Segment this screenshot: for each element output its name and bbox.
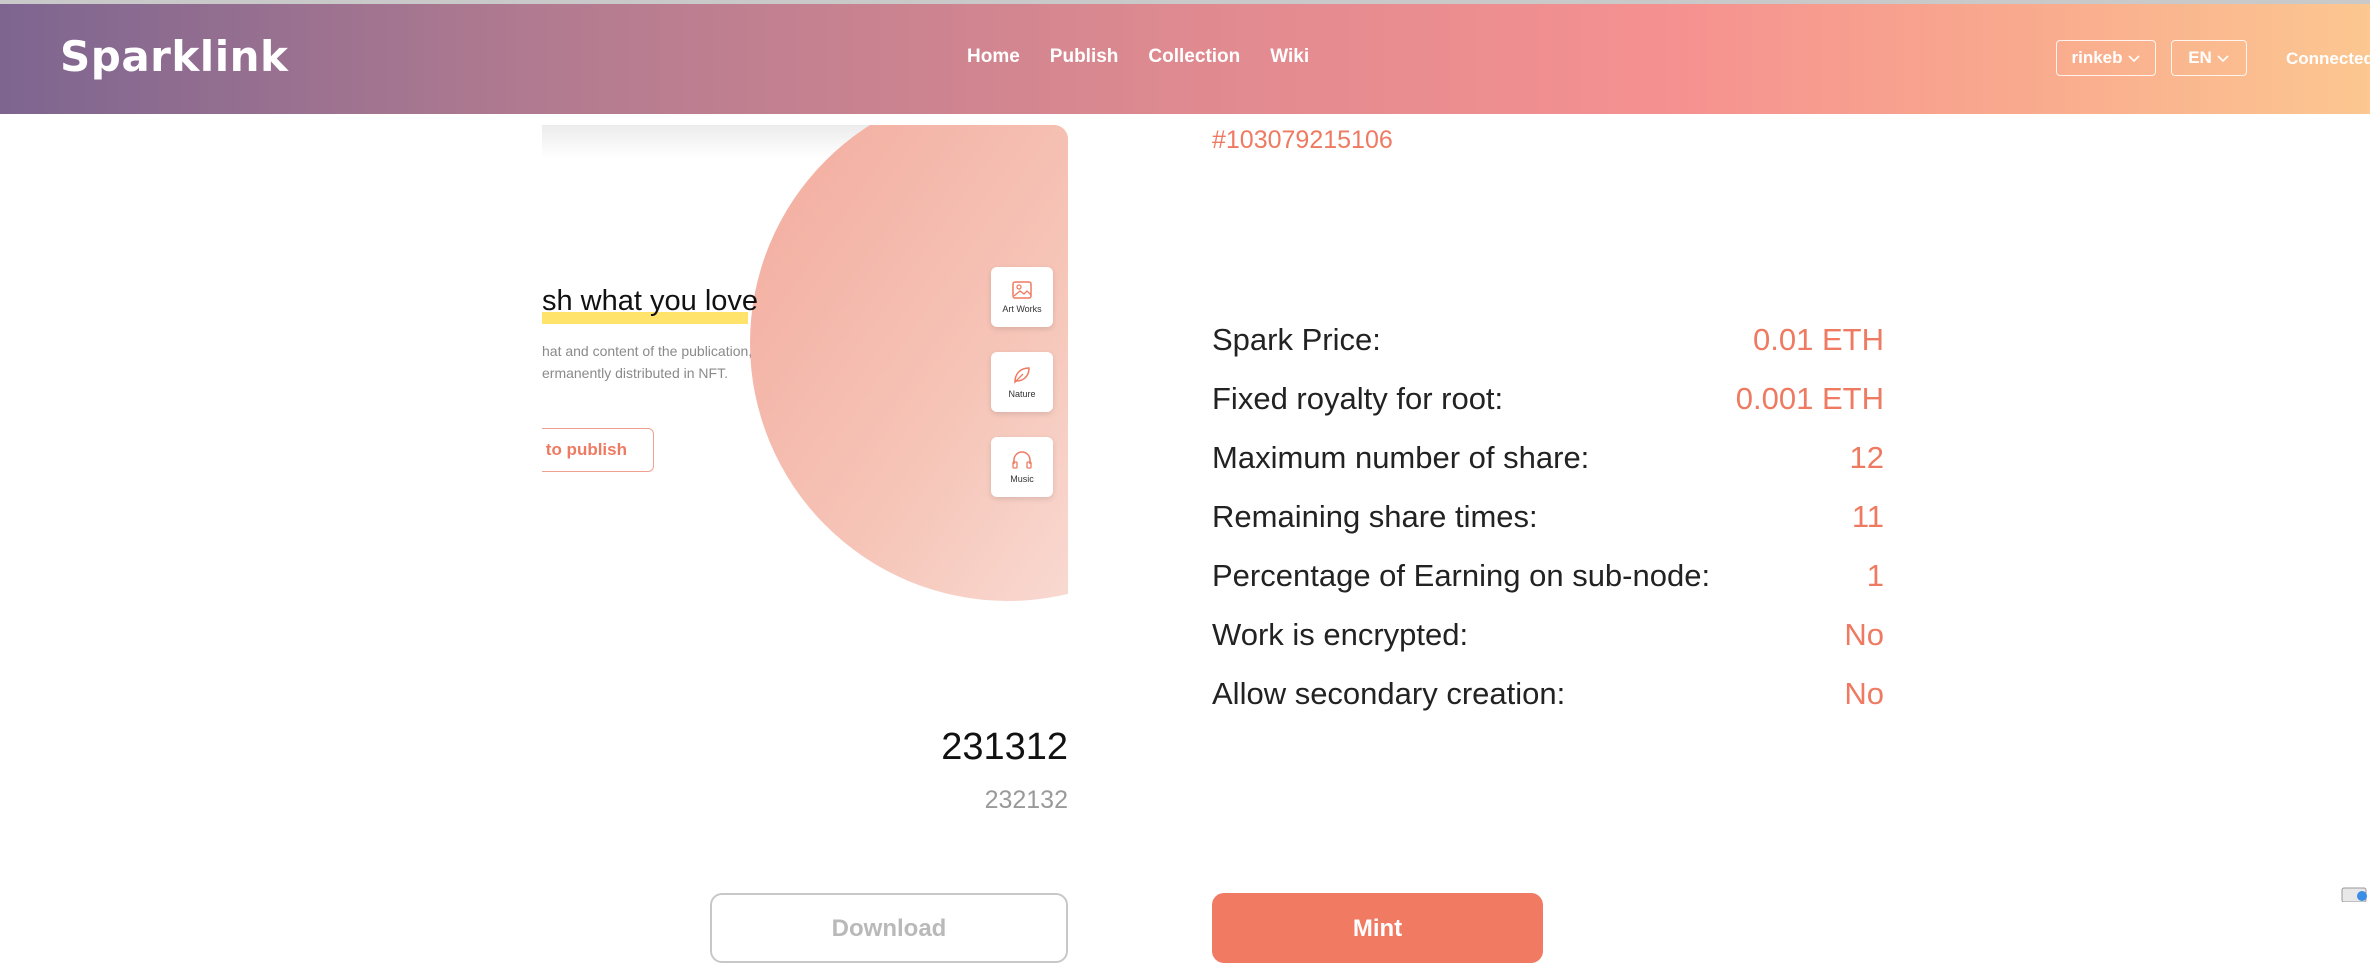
nav-home[interactable]: Home xyxy=(967,46,1020,68)
spark-properties: Spark Price: 0.01 ETH Fixed royalty for … xyxy=(1212,322,1884,735)
nav-wiki[interactable]: Wiki xyxy=(1270,46,1309,68)
language-select[interactable]: EN xyxy=(2171,40,2247,76)
property-row: Maximum number of share: 12 xyxy=(1212,440,1884,499)
wallet-connected-status[interactable]: Connected xyxy=(2286,49,2370,69)
property-value: 11 xyxy=(1851,499,1884,534)
property-value: 0.01 ETH xyxy=(1753,322,1884,357)
property-value: No xyxy=(1844,617,1884,652)
property-value: 0.001 ETH xyxy=(1735,381,1884,416)
property-label: Percentage of Earning on sub-node: xyxy=(1212,558,1711,593)
nav-publish[interactable]: Publish xyxy=(1050,46,1119,68)
network-label: rinkeb xyxy=(2071,48,2123,67)
preview-subtext-2: ermanently distributed in NFT. xyxy=(542,365,728,381)
property-label: Remaining share times: xyxy=(1212,499,1538,534)
property-row: Fixed royalty for root: 0.001 ETH xyxy=(1212,381,1884,440)
token-id: #103079215106 xyxy=(1212,126,1393,154)
property-label: Allow secondary creation: xyxy=(1212,676,1566,711)
property-row: Allow secondary creation: No xyxy=(1212,676,1884,735)
property-row: Work is encrypted: No xyxy=(1212,617,1884,676)
preview-publish-button: : to publish xyxy=(542,428,654,472)
property-value: 12 xyxy=(1849,440,1884,475)
chevron-down-icon xyxy=(2127,55,2140,63)
property-row: Percentage of Earning on sub-node: 1 xyxy=(1212,558,1884,617)
nav-collection[interactable]: Collection xyxy=(1148,46,1240,68)
preview-subtext-1: hat and content of the publication, xyxy=(542,343,753,359)
mint-button[interactable]: Mint xyxy=(1212,893,1543,963)
work-title: 231312 xyxy=(941,726,1068,768)
property-row: Spark Price: 0.01 ETH xyxy=(1212,322,1884,381)
category-label: Music xyxy=(1010,474,1034,484)
category-music: Music xyxy=(991,437,1053,497)
category-art-works: Art Works xyxy=(991,267,1053,327)
category-label: Art Works xyxy=(1002,304,1042,314)
language-label: EN xyxy=(2188,48,2212,67)
sparklink-logo[interactable]: Sparklink xyxy=(60,32,288,81)
property-value: No xyxy=(1844,676,1884,711)
property-value: 1 xyxy=(1866,558,1884,593)
floating-widget-icon[interactable] xyxy=(2340,886,2370,902)
property-label: Fixed royalty for root: xyxy=(1212,381,1504,416)
image-icon xyxy=(1012,281,1032,299)
headphones-icon xyxy=(1012,451,1032,469)
property-label: Maximum number of share: xyxy=(1212,440,1590,475)
main-nav: Home Publish Collection Wiki xyxy=(967,46,1339,68)
preview-headline: sh what you love xyxy=(542,285,759,317)
category-label: Nature xyxy=(1008,389,1036,399)
download-button[interactable]: Download xyxy=(710,893,1068,963)
property-label: Spark Price: xyxy=(1212,322,1381,357)
work-preview-image: sh what you love hat and content of the … xyxy=(542,125,1068,601)
network-select[interactable]: rinkeb xyxy=(2056,40,2156,76)
top-navbar: Sparklink Home Publish Collection Wiki r… xyxy=(0,4,2370,114)
category-nature: Nature xyxy=(991,352,1053,412)
work-description: 232132 xyxy=(984,786,1068,814)
property-row: Remaining share times: 11 xyxy=(1212,499,1884,558)
leaf-icon xyxy=(1014,367,1030,384)
chevron-down-icon xyxy=(2217,55,2229,63)
property-label: Work is encrypted: xyxy=(1212,617,1469,652)
